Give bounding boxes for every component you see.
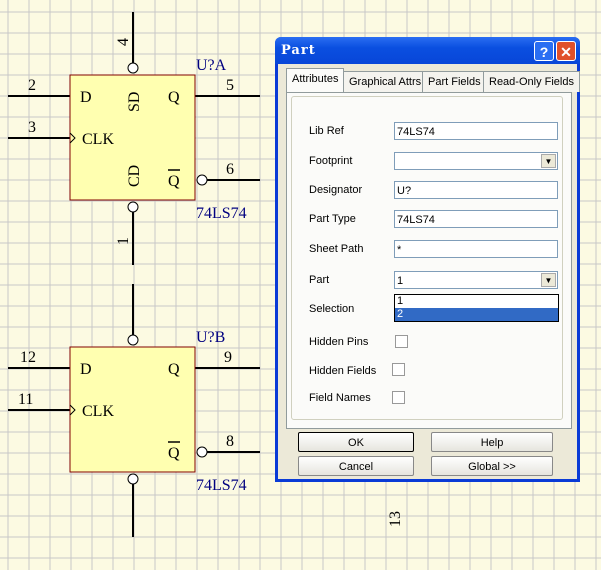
component-designator: U?A [196, 57, 227, 74]
lib-ref-label: Lib Ref [309, 125, 344, 137]
attributes-group: Lib Ref 74LS74 Footprint ▼ Designator U?… [291, 96, 563, 420]
selection-label: Selection [309, 303, 355, 315]
footprint-select[interactable]: ▼ [394, 152, 558, 170]
pin-number: 12 [20, 349, 36, 366]
tab-graphical-attrs[interactable]: Graphical Attrs [343, 71, 428, 92]
lib-ref-input[interactable]: 74LS74 [394, 122, 558, 140]
component-designator: U?B [196, 329, 225, 346]
part-dialog: Part ? ✕ Attributes Graphical Attrs Part… [275, 37, 580, 482]
inversion-bubble [127, 334, 139, 346]
pin-label-q: Q [168, 361, 180, 378]
close-icon[interactable]: ✕ [556, 41, 576, 61]
pin-label-d: D [80, 89, 92, 106]
pin-number: 11 [18, 391, 33, 408]
footprint-label: Footprint [309, 155, 353, 167]
pin-number: 5 [226, 77, 234, 94]
inversion-bubble [127, 473, 139, 485]
tab-part-fields[interactable]: Part Fields [422, 71, 487, 92]
designator-input[interactable]: U? [394, 181, 558, 199]
global-button[interactable]: Global >> [431, 456, 553, 476]
pin-label-clk: CLK [82, 131, 114, 148]
pin-label-qbar: Q [168, 173, 180, 190]
part-value: 1 [397, 275, 404, 287]
attributes-panel: Lib Ref 74LS74 Footprint ▼ Designator U?… [286, 92, 572, 429]
part-label: Part [309, 274, 330, 286]
pin-label-clk: CLK [82, 403, 114, 420]
pin-label-d: D [80, 361, 92, 378]
part-type-label: Part Type [309, 213, 356, 225]
hidden-pins-checkbox[interactable] [395, 335, 408, 348]
tab-attributes[interactable]: Attributes [286, 68, 345, 93]
component-type: 74LS74 [196, 205, 247, 222]
inversion-bubble [196, 446, 208, 458]
pin-label-q: Q [168, 89, 180, 106]
field-names-label: Field Names [309, 392, 371, 404]
title-bar[interactable]: Part ? ✕ [275, 37, 580, 64]
pin-number: 6 [226, 161, 234, 178]
chevron-down-icon[interactable]: ▼ [541, 154, 556, 168]
pin-number: 1 [115, 237, 132, 245]
hidden-pins-label: Hidden Pins [309, 336, 369, 348]
pin-number: 3 [28, 119, 36, 136]
designator-label: Designator [309, 184, 363, 196]
pin-number: 13 [387, 511, 404, 527]
pin-number: 2 [28, 77, 36, 94]
component-type: 74LS74 [196, 477, 247, 494]
sheet-path-label: Sheet Path [309, 243, 364, 255]
help-icon[interactable]: ? [534, 41, 554, 61]
inversion-bubble [127, 201, 139, 213]
pin-label-sd: SD [126, 92, 143, 112]
part-option-2[interactable]: 2 [395, 308, 558, 321]
inversion-bubble [196, 174, 208, 186]
help-button[interactable]: Help [431, 432, 553, 452]
sheet-path-input[interactable]: * [394, 240, 558, 258]
part-dropdown-list[interactable]: 1 2 [394, 294, 559, 322]
cancel-button[interactable]: Cancel [298, 456, 414, 476]
ok-button[interactable]: OK [298, 432, 414, 452]
inversion-bubble [127, 62, 139, 74]
part-option-1[interactable]: 1 [395, 295, 558, 308]
field-names-checkbox[interactable] [392, 391, 405, 404]
tab-read-only-fields[interactable]: Read-Only Fields [483, 71, 580, 92]
part-type-input[interactable]: 74LS74 [394, 210, 558, 228]
dialog-title: Part [281, 43, 316, 58]
pin-number: 8 [226, 433, 234, 450]
pin-label-qbar: Q [168, 445, 180, 462]
pin-number: 9 [224, 349, 232, 366]
hidden-fields-label: Hidden Fields [309, 365, 377, 377]
chevron-down-icon[interactable]: ▼ [541, 273, 556, 287]
pin-number: 4 [115, 38, 132, 46]
part-select[interactable]: 1 ▼ [394, 271, 558, 289]
hidden-fields-checkbox[interactable] [392, 363, 405, 376]
pin-label-cd: CD [126, 165, 143, 187]
